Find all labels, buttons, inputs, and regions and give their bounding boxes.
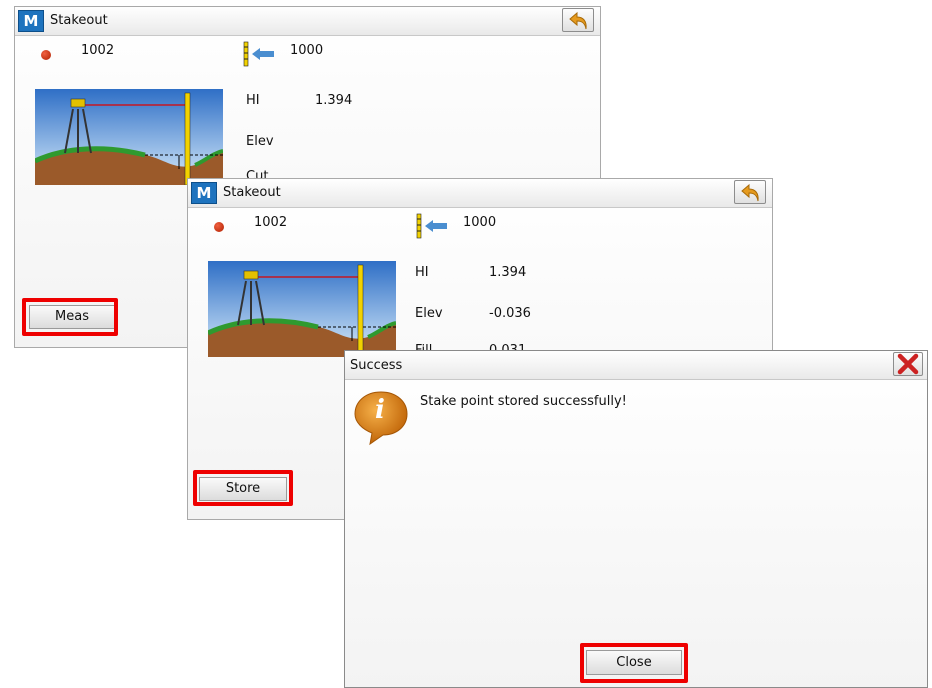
back-arrow-icon bbox=[569, 11, 587, 30]
title-bar: M Stakeout bbox=[188, 179, 772, 208]
point-marker-icon bbox=[41, 50, 51, 60]
info-icon-letter: i bbox=[375, 395, 385, 425]
close-highlight bbox=[580, 643, 688, 683]
rod-target-icon bbox=[416, 213, 447, 239]
success-dialog: Success i Stake point stored successfull… bbox=[344, 350, 928, 688]
close-dialog-button[interactable] bbox=[893, 352, 923, 376]
back-arrow-icon bbox=[741, 183, 759, 202]
store-highlight bbox=[193, 470, 293, 506]
to-point-id: 1000 bbox=[463, 215, 497, 230]
stakeout-diagram bbox=[35, 89, 223, 185]
back-button[interactable] bbox=[734, 180, 766, 204]
rod-target-icon bbox=[243, 41, 274, 67]
to-point-id: 1000 bbox=[290, 43, 324, 58]
window-title: Stakeout bbox=[223, 185, 281, 200]
menu-logo-button[interactable]: M bbox=[191, 182, 217, 204]
window-title: Stakeout bbox=[50, 13, 108, 28]
point-marker-icon bbox=[214, 222, 224, 232]
menu-logo-button[interactable]: M bbox=[18, 10, 44, 32]
meas-highlight bbox=[22, 298, 118, 336]
hi-value: 1.394 bbox=[315, 93, 353, 108]
from-point-id: 1002 bbox=[254, 215, 288, 230]
hi-label: HI bbox=[415, 265, 429, 280]
from-point-id: 1002 bbox=[81, 43, 115, 58]
hi-value: 1.394 bbox=[489, 265, 527, 280]
stakeout-diagram bbox=[208, 261, 396, 357]
elev-value: -0.036 bbox=[489, 306, 531, 321]
title-bar: M Stakeout bbox=[15, 7, 600, 36]
dialog-message: Stake point stored successfully! bbox=[420, 394, 627, 409]
back-button[interactable] bbox=[562, 8, 594, 32]
close-icon bbox=[897, 353, 919, 375]
dialog-title-bar: Success bbox=[345, 351, 927, 380]
hi-label: HI bbox=[246, 93, 260, 108]
elev-label: Elev bbox=[246, 134, 274, 149]
dialog-title: Success bbox=[350, 358, 403, 373]
elev-label: Elev bbox=[415, 306, 443, 321]
